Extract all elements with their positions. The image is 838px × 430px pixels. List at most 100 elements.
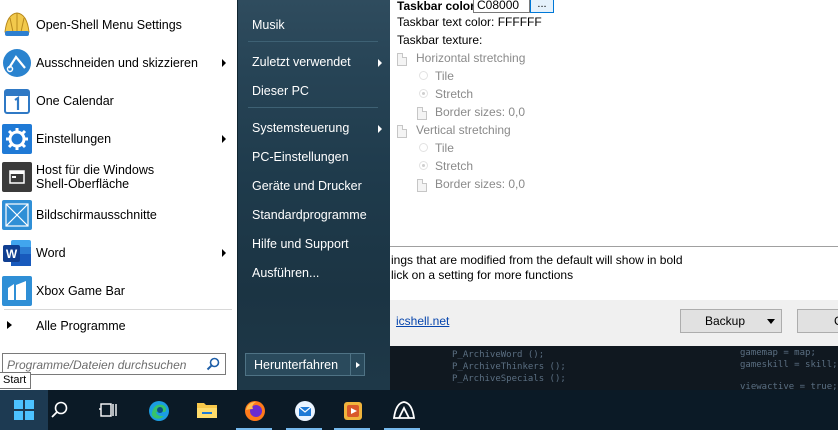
place-ausfuehren[interactable]: Ausführen...: [241, 260, 386, 286]
place-pc-einstellungen[interactable]: PC-Einstellungen: [241, 144, 386, 170]
program-one-calendar[interactable]: One Calendar: [0, 82, 237, 120]
code-line: gameskill = skill;: [740, 360, 838, 370]
chevron-right-icon: [222, 135, 226, 143]
mail-button[interactable]: [280, 390, 328, 430]
shutdown-options-button[interactable]: [350, 353, 365, 376]
edge-button[interactable]: [134, 390, 182, 430]
place-zuletzt-verwendet[interactable]: Zuletzt verwendet: [241, 49, 386, 75]
taskbar-color-input[interactable]: C08000: [473, 0, 530, 13]
vertical-stretching-setting[interactable]: Vertical stretching: [416, 121, 511, 139]
task-view-icon: [99, 403, 117, 417]
tile-radio[interactable]: [419, 71, 428, 80]
program-shell-host[interactable]: Host für die Windows Shell-Oberfläche: [0, 158, 237, 196]
xbox-game-bar-icon: [2, 276, 32, 306]
chevron-right-icon: [222, 249, 226, 257]
snipping-icon: [2, 200, 32, 230]
taskbar-text-color-setting[interactable]: Taskbar text color: FFFFFF: [397, 13, 542, 31]
start-menu-programs-pane: Open-Shell Menu Settings Ausschneiden un…: [0, 0, 237, 383]
page-icon: [397, 53, 407, 66]
border-sizes-setting[interactable]: Border sizes: 0,0: [435, 175, 525, 193]
page-icon: [417, 179, 427, 192]
code-line: viewactive = true;: [740, 382, 838, 390]
search-box[interactable]: [2, 353, 226, 375]
horizontal-stretching-setting[interactable]: Horizontal stretching: [416, 49, 525, 67]
firefox-button[interactable]: [230, 390, 278, 430]
search-icon[interactable]: [206, 357, 220, 371]
open-shell-icon: [4, 12, 30, 36]
search-input[interactable]: [7, 357, 197, 372]
place-label: Zuletzt verwendet: [252, 55, 351, 69]
place-hilfe-support[interactable]: Hilfe und Support: [241, 231, 386, 257]
shutdown-label: Herunterfahren: [254, 358, 339, 372]
tile-label: Tile: [435, 141, 454, 155]
firefox-icon: [245, 401, 265, 421]
edge-icon: [149, 401, 169, 421]
program-label: Einstellungen: [36, 132, 112, 146]
taskbar-texture-setting[interactable]: Taskbar texture:: [397, 31, 482, 49]
stretch-radio[interactable]: [419, 89, 428, 98]
page-icon: [417, 107, 427, 120]
info-text: lick on a setting for more functions: [391, 268, 574, 282]
place-geraete-drucker[interactable]: Geräte und Drucker: [241, 173, 386, 199]
divider: [4, 309, 232, 310]
program-label: One Calendar: [36, 94, 114, 108]
chevron-right-icon: [7, 321, 12, 329]
chevron-right-icon: [378, 125, 382, 133]
divider: [248, 107, 378, 108]
code-line: gamemap = map;: [740, 348, 816, 358]
stretch-label: Stretch: [435, 159, 474, 173]
program-open-shell-settings[interactable]: Open-Shell Menu Settings: [0, 6, 237, 44]
windows-start-icon: [14, 400, 34, 420]
program-label: Host für die Windows: [36, 163, 155, 177]
search-icon: [51, 401, 68, 418]
taskbar-search-button[interactable]: [36, 390, 84, 430]
program-einstellungen[interactable]: Einstellungen: [0, 120, 237, 158]
color-picker-button[interactable]: ...: [530, 0, 554, 13]
place-systemsteuerung[interactable]: Systemsteuerung: [241, 115, 386, 141]
tile-radio[interactable]: [419, 143, 428, 152]
shutdown-button[interactable]: Herunterfahren: [245, 353, 352, 376]
divider: [248, 41, 378, 42]
program-word[interactable]: W Word: [0, 234, 237, 272]
divider: [380, 246, 838, 247]
task-view-button[interactable]: [84, 390, 132, 430]
start-menu-places-pane: Musik Zuletzt verwendet Dieser PC System…: [237, 0, 390, 390]
place-label: Systemsteuerung: [252, 121, 350, 135]
svg-text:W: W: [6, 247, 18, 261]
chevron-right-icon: [222, 59, 226, 67]
place-musik[interactable]: Musik: [241, 12, 386, 38]
program-label: Xbox Game Bar: [36, 284, 125, 298]
code-line: P_ArchiveWord ();: [452, 350, 545, 360]
open-shell-icon: [392, 401, 416, 419]
word-icon: W: [3, 240, 31, 266]
place-label: Dieser PC: [252, 84, 309, 98]
website-link[interactable]: icshell.net: [396, 314, 449, 328]
program-label: Bildschirmausschnitte: [36, 208, 157, 222]
program-bildschirmausschnitte[interactable]: Bildschirmausschnitte: [0, 196, 237, 234]
dialog-button[interactable]: C: [797, 309, 838, 333]
code-line: P_ArchiveSpecials ();: [452, 374, 566, 384]
backup-button[interactable]: Backup: [680, 309, 782, 333]
program-xbox-game-bar[interactable]: Xbox Game Bar: [0, 272, 237, 310]
border-sizes-setting[interactable]: Border sizes: 0,0: [435, 103, 525, 121]
place-label: Standardprogramme: [252, 208, 367, 222]
place-label: Geräte und Drucker: [252, 179, 362, 193]
program-label: Open-Shell Menu Settings: [36, 18, 182, 32]
media-player-button[interactable]: [328, 390, 376, 430]
page-icon: [397, 125, 407, 138]
open-shell-taskbar-button[interactable]: [378, 390, 426, 430]
place-label: Ausführen...: [252, 266, 320, 280]
media-player-icon: [344, 402, 362, 420]
all-programs-button[interactable]: Alle Programme: [0, 313, 237, 339]
program-label: Ausschneiden und skizzieren: [36, 56, 198, 70]
place-dieser-pc[interactable]: Dieser PC: [241, 78, 386, 104]
chevron-right-icon: [378, 59, 382, 67]
place-standardprogramme[interactable]: Standardprogramme: [241, 202, 386, 228]
file-explorer-button[interactable]: [182, 390, 230, 430]
wallpaper: P_ArchiveWord (); P_ArchiveThinkers (); …: [390, 346, 838, 390]
place-label: PC-Einstellungen: [252, 150, 349, 164]
stretch-radio[interactable]: [419, 161, 428, 170]
place-label: Musik: [252, 18, 285, 32]
taskbar: [0, 390, 838, 430]
program-ausschneiden-skizzieren[interactable]: Ausschneiden und skizzieren: [0, 44, 237, 82]
